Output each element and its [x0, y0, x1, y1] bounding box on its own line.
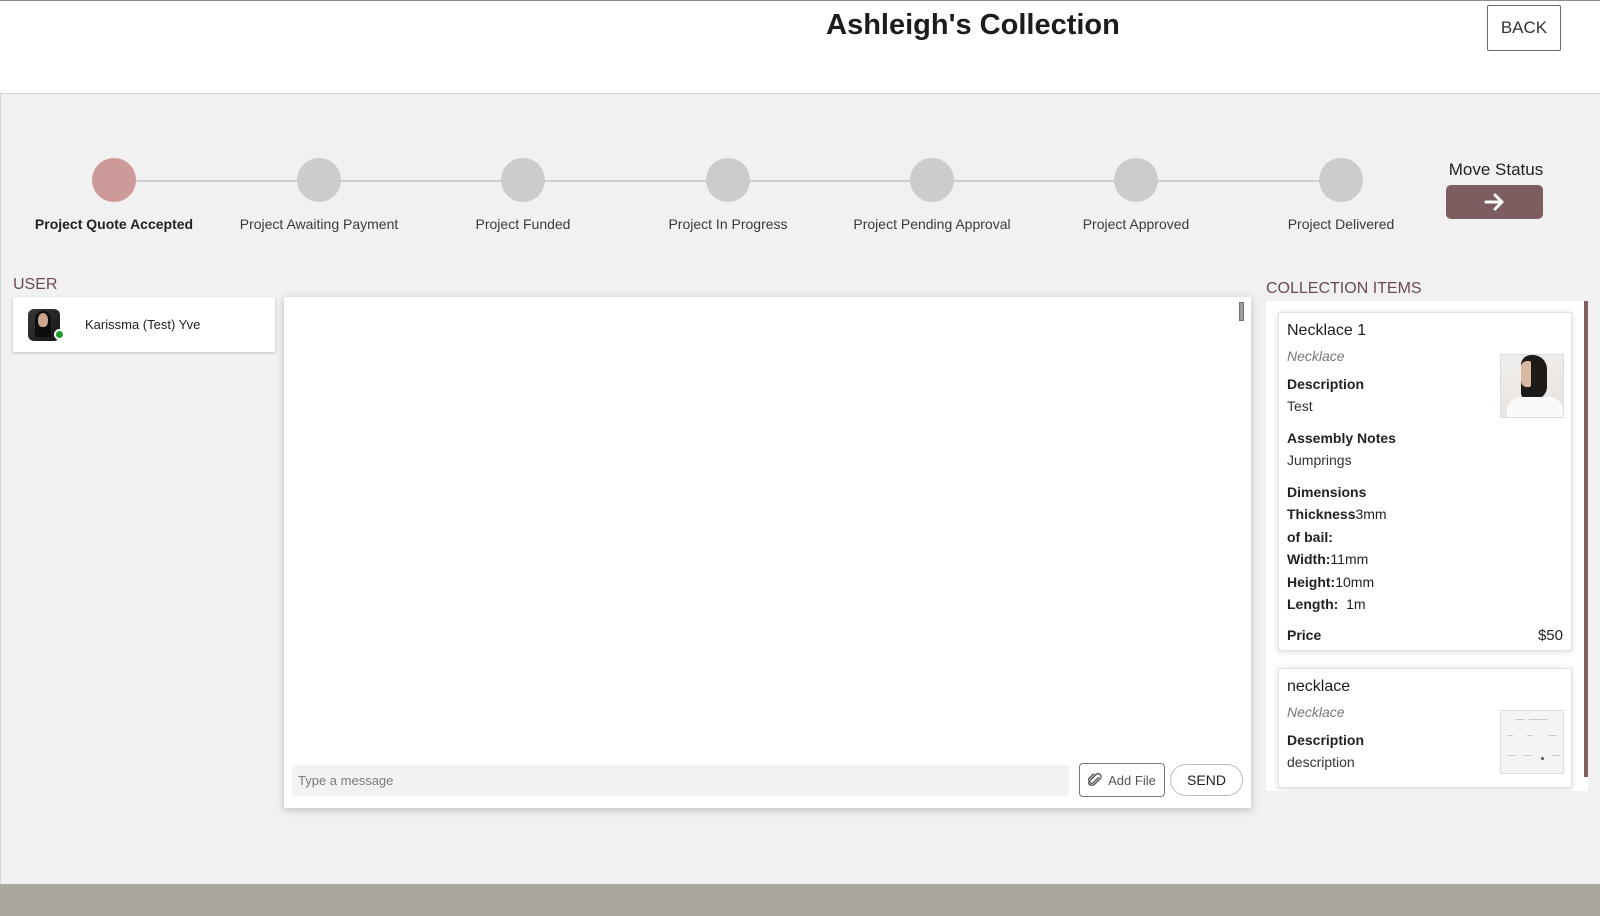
- step-indicator: [501, 158, 545, 202]
- user-name: Karissma (Test) Yve: [85, 317, 201, 332]
- add-file-button[interactable]: Add File: [1079, 763, 1165, 797]
- dimensions-label: Dimensions: [1287, 484, 1367, 500]
- step-indicator: [1319, 158, 1363, 202]
- thumbnail-line: [1529, 719, 1547, 720]
- user-heading: USER: [13, 276, 58, 293]
- item-thumbnail[interactable]: [1500, 354, 1564, 418]
- page-title: Ashleigh's Collection: [826, 9, 1120, 41]
- thumbnail-line: [1507, 755, 1515, 756]
- collection-items-panel: Necklace 1 Necklace Description Test Ass…: [1266, 301, 1588, 791]
- thickness-row: Thickness3mm: [1287, 503, 1563, 526]
- thumbnail-line: [1523, 755, 1531, 756]
- chat-scrollbar[interactable]: [1239, 302, 1244, 321]
- thumbnail-line: [1549, 735, 1557, 736]
- height-value: 10mm: [1335, 573, 1375, 590]
- arrow-right-icon: [1484, 193, 1503, 211]
- length-label: Length:: [1287, 596, 1339, 612]
- collection-item-card[interactable]: necklace Necklace Description descriptio…: [1278, 668, 1572, 788]
- send-button[interactable]: SEND: [1170, 764, 1243, 796]
- avatar: [28, 308, 65, 341]
- width-row: Width:11mm: [1287, 548, 1563, 571]
- step-indicator: [910, 158, 954, 202]
- user-list-item[interactable]: Karissma (Test) Yve: [13, 297, 275, 352]
- length-value: 1m: [1346, 596, 1366, 612]
- thickness-label-line2: of bail:: [1287, 528, 1333, 545]
- price-row: Price $50: [1287, 627, 1563, 644]
- chat-panel: Add File SEND: [284, 297, 1251, 808]
- step-project-approved[interactable]: Project Approved: [1036, 158, 1236, 232]
- thumbnail-face: [1521, 361, 1531, 387]
- thickness-label-cont: of bail:: [1287, 526, 1563, 549]
- step-label: Project Funded: [475, 216, 571, 232]
- thumbnail-line: [1507, 735, 1513, 736]
- step-indicator: [706, 158, 750, 202]
- step-label: Project In Progress: [668, 216, 788, 232]
- thumbnail-shirt: [1507, 397, 1563, 417]
- thumbnail-line: [1527, 735, 1533, 736]
- avatar-face: [38, 312, 48, 327]
- collection-item-card[interactable]: Necklace 1 Necklace Description Test Ass…: [1278, 312, 1572, 651]
- step-project-funded[interactable]: Project Funded: [423, 158, 623, 232]
- message-input[interactable]: [292, 765, 1069, 796]
- back-button[interactable]: BACK: [1487, 5, 1561, 51]
- assembly-notes-label: Assembly Notes: [1287, 430, 1396, 446]
- add-file-label: Add File: [1108, 772, 1156, 788]
- step-project-awaiting-payment[interactable]: Project Awaiting Payment: [219, 158, 419, 232]
- paperclip-icon: [1088, 772, 1102, 786]
- price-value: $50: [1537, 627, 1563, 644]
- thickness-label: Thickness: [1287, 506, 1356, 522]
- step-project-pending-approval[interactable]: Project Pending Approval: [832, 158, 1032, 232]
- step-label: Project Quote Accepted: [34, 216, 194, 232]
- step-label: Project Approved: [1082, 216, 1190, 232]
- width-value: 11mm: [1330, 551, 1369, 567]
- step-indicator: [1114, 158, 1158, 202]
- height-label: Height:: [1287, 573, 1336, 590]
- length-row: Length: 1m: [1287, 593, 1563, 616]
- collection-heading: COLLECTION ITEMS: [1266, 280, 1422, 297]
- step-indicator: [297, 158, 341, 202]
- step-label: Project Awaiting Payment: [239, 216, 399, 232]
- price-label: Price: [1287, 627, 1322, 643]
- footer-bar: [0, 884, 1600, 916]
- move-status: Move Status: [1444, 160, 1548, 219]
- thumbnail-line: [1551, 755, 1559, 756]
- page-header: Ashleigh's Collection BACK: [0, 1, 1600, 94]
- collection-scrollbar[interactable]: [1584, 301, 1588, 777]
- thickness-value: 3mm: [1355, 506, 1387, 522]
- assembly-notes-value: Jumprings: [1287, 452, 1352, 468]
- width-label: Width:: [1287, 551, 1331, 567]
- move-status-label: Move Status: [1448, 160, 1544, 179]
- step-project-in-progress[interactable]: Project In Progress: [628, 158, 828, 232]
- thumbnail-dot: [1541, 757, 1544, 760]
- move-status-button[interactable]: [1446, 185, 1543, 219]
- item-thumbnail[interactable]: [1500, 710, 1564, 774]
- step-label: Project Pending Approval: [853, 216, 1011, 232]
- item-name: necklace: [1287, 678, 1351, 695]
- height-row: Height:10mm: [1287, 571, 1563, 594]
- step-indicator: [92, 158, 136, 202]
- project-workspace: Project Quote Accepted Project Awaiting …: [0, 94, 1600, 884]
- step-label: Project Delivered: [1287, 216, 1395, 232]
- online-status-dot: [54, 328, 65, 340]
- step-project-quote-accepted[interactable]: Project Quote Accepted: [14, 158, 214, 232]
- item-name: Necklace 1: [1287, 322, 1367, 339]
- thumbnail-line: [1515, 719, 1525, 720]
- step-project-delivered[interactable]: Project Delivered: [1241, 158, 1441, 232]
